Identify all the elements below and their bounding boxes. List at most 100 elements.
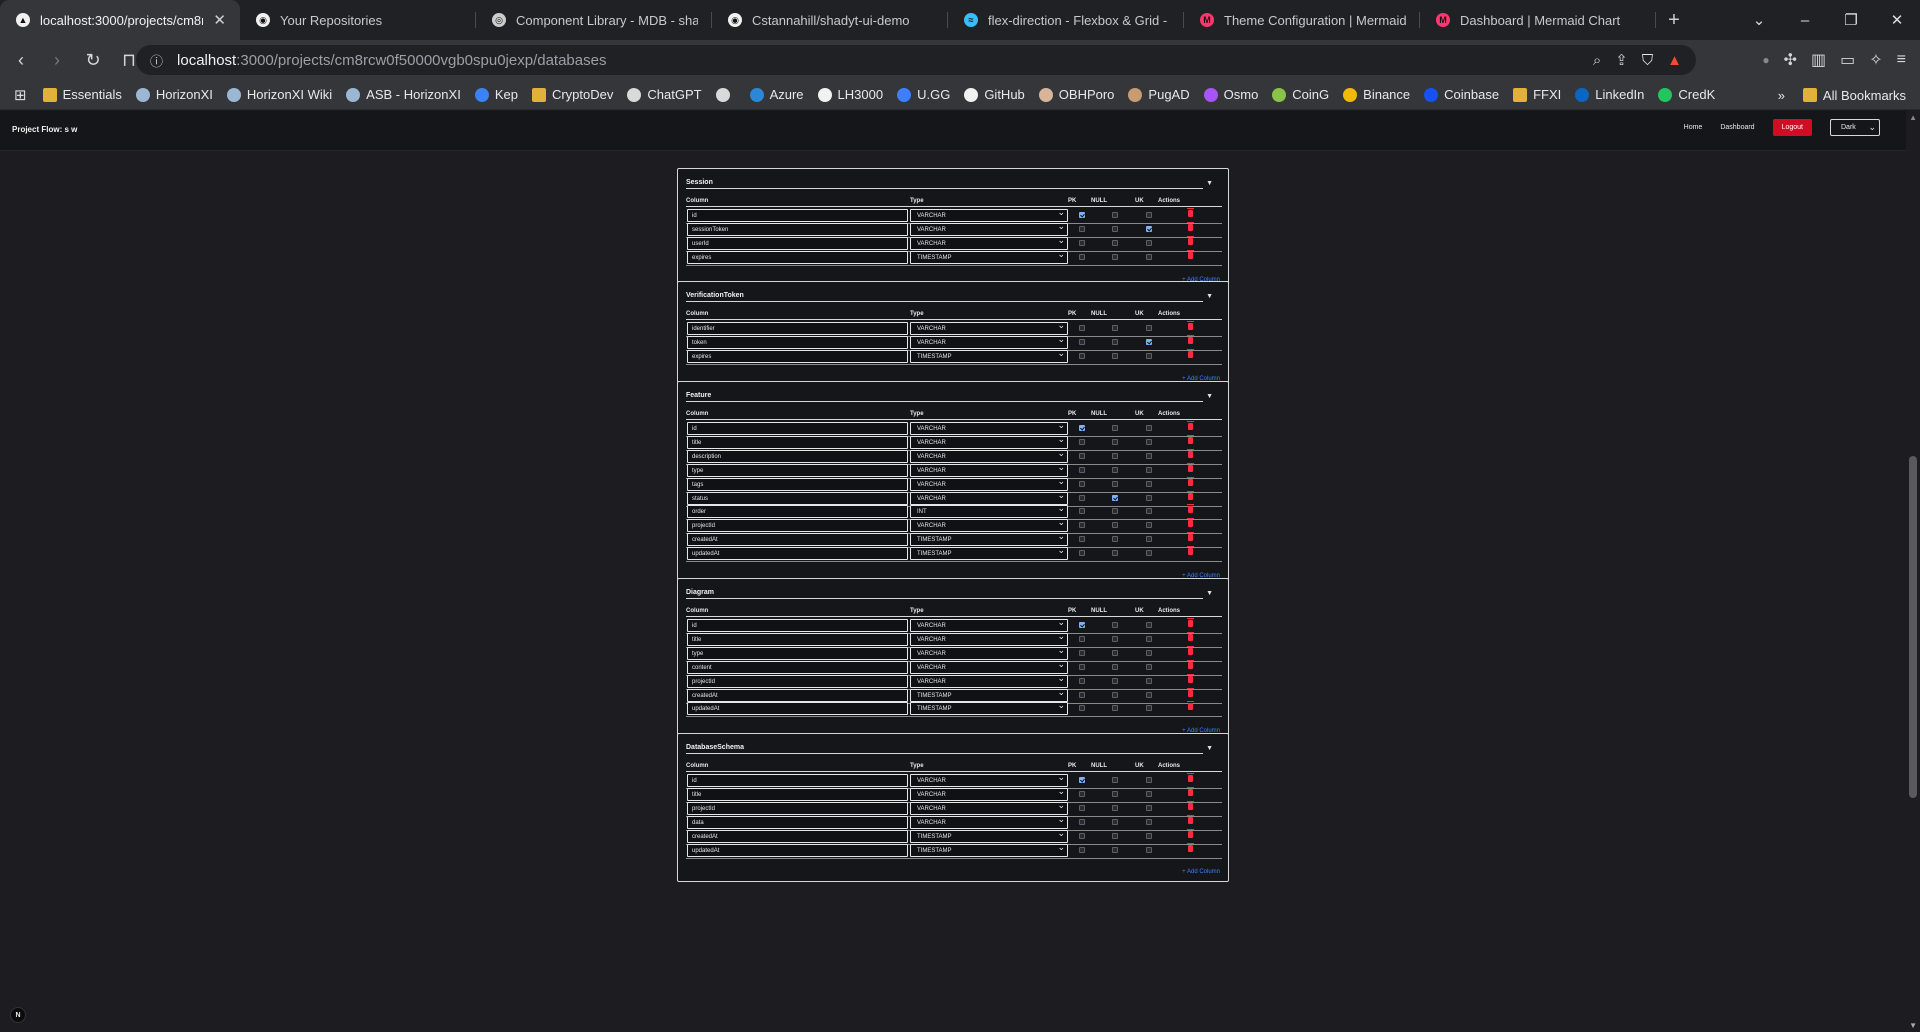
delete-column-icon[interactable] [1187, 842, 1194, 852]
delete-column-icon[interactable] [1187, 321, 1194, 330]
table-name[interactable]: Feature [686, 392, 711, 399]
pk-checkbox[interactable] [1079, 239, 1085, 246]
null-checkbox[interactable] [1112, 777, 1118, 783]
null-checkbox[interactable] [1112, 818, 1118, 825]
uk-checkbox[interactable] [1146, 438, 1152, 445]
uk-checkbox[interactable] [1146, 325, 1152, 331]
more-bookmarks-icon[interactable]: » [1778, 88, 1785, 103]
uk-checkbox[interactable] [1146, 705, 1152, 712]
uk-checkbox[interactable] [1146, 635, 1152, 642]
table-name[interactable]: Diagram [686, 589, 714, 596]
bookmark-item[interactable] [715, 87, 736, 102]
pk-checkbox[interactable] [1079, 790, 1085, 797]
pk-checkbox[interactable] [1079, 352, 1085, 359]
logout-button[interactable]: Logout [1772, 119, 1812, 136]
delete-column-icon[interactable] [1187, 504, 1194, 514]
null-checkbox[interactable] [1112, 338, 1118, 345]
reload-icon[interactable]: ↻ [78, 45, 108, 75]
column-type-select[interactable]: TIMESTAMP ⌄ [910, 349, 1068, 363]
bookmark-item[interactable]: CredK [1658, 87, 1715, 102]
project-brand[interactable]: Project Flow: s w [12, 125, 77, 134]
browser-tab[interactable]: ▲ localhost:3000/projects/cm8rcw ✕ [0, 0, 240, 40]
bookmark-folder[interactable]: FFXI [1513, 87, 1561, 102]
scroll-up-icon[interactable]: ▲ [1909, 113, 1917, 122]
uk-checkbox[interactable] [1146, 338, 1152, 345]
pk-checkbox[interactable] [1079, 691, 1085, 698]
null-checkbox[interactable] [1112, 536, 1118, 543]
pk-checkbox[interactable] [1079, 832, 1085, 839]
null-checkbox[interactable] [1112, 212, 1118, 218]
forward-icon[interactable]: › [42, 45, 72, 75]
nav-home-link[interactable]: Home [1684, 124, 1703, 131]
column-type-select[interactable]: TIMESTAMP ⌄ [910, 843, 1068, 857]
minimize-button[interactable]: – [1782, 0, 1828, 40]
pk-checkbox[interactable] [1079, 663, 1085, 670]
bookmark-item[interactable]: Kep [474, 87, 518, 102]
delete-column-icon[interactable] [1187, 208, 1194, 217]
tab-search-icon[interactable]: ⌄ [1736, 0, 1782, 40]
bookmark-item[interactable]: U.GG [897, 87, 950, 102]
uk-checkbox[interactable] [1146, 466, 1152, 473]
column-name-input[interactable]: updatedAt [687, 547, 908, 561]
null-checkbox[interactable] [1112, 691, 1118, 698]
restore-button[interactable]: ❐ [1828, 0, 1874, 40]
table-name[interactable]: Session [686, 179, 713, 186]
null-checkbox[interactable] [1112, 352, 1118, 359]
pk-checkbox[interactable] [1079, 846, 1085, 853]
uk-checkbox[interactable] [1146, 691, 1152, 698]
delete-column-icon[interactable] [1187, 546, 1194, 556]
close-window-button[interactable]: ✕ [1874, 0, 1920, 40]
null-checkbox[interactable] [1112, 494, 1118, 501]
pk-checkbox[interactable] [1079, 635, 1085, 642]
bookmark-item[interactable]: HorizonXI [135, 87, 213, 102]
uk-checkbox[interactable] [1146, 212, 1152, 218]
delete-column-icon[interactable] [1187, 249, 1194, 259]
bookmark-item[interactable]: ChatGPT [627, 87, 702, 102]
pk-checkbox[interactable] [1079, 550, 1085, 557]
uk-checkbox[interactable] [1146, 832, 1152, 839]
delete-column-icon[interactable] [1187, 618, 1194, 627]
address-bar[interactable]: ⓘ localhost:3000/projects/cm8rcw0f50000v… [136, 45, 1696, 75]
uk-checkbox[interactable] [1146, 508, 1152, 515]
uk-checkbox[interactable] [1146, 550, 1152, 557]
null-checkbox[interactable] [1112, 635, 1118, 642]
pk-checkbox[interactable] [1079, 508, 1085, 515]
delete-column-icon[interactable] [1187, 673, 1194, 683]
collapse-toggle-icon[interactable]: ▼ [1206, 590, 1213, 597]
bookmark-item[interactable]: HorizonXI Wiki [226, 87, 332, 102]
bookmark-item[interactable]: LH3000 [817, 87, 883, 102]
pk-checkbox[interactable] [1079, 622, 1085, 628]
null-checkbox[interactable] [1112, 225, 1118, 232]
apps-grid-icon[interactable]: ⊞ [14, 86, 27, 104]
close-tab-icon[interactable]: ✕ [213, 11, 226, 29]
delete-column-icon[interactable] [1187, 448, 1194, 458]
pk-checkbox[interactable] [1079, 325, 1085, 331]
delete-column-icon[interactable] [1187, 659, 1194, 669]
null-checkbox[interactable] [1112, 663, 1118, 670]
null-checkbox[interactable] [1112, 804, 1118, 811]
null-checkbox[interactable] [1112, 846, 1118, 853]
uk-checkbox[interactable] [1146, 846, 1152, 853]
uk-checkbox[interactable] [1146, 225, 1152, 232]
null-checkbox[interactable] [1112, 253, 1118, 260]
null-checkbox[interactable] [1112, 480, 1118, 487]
browser-tab[interactable]: ◉ Cstannahill/shadyt-ui-demo [712, 0, 948, 40]
null-checkbox[interactable] [1112, 452, 1118, 459]
new-tab-button[interactable]: + [1656, 0, 1692, 40]
pk-checkbox[interactable] [1079, 777, 1085, 783]
delete-column-icon[interactable] [1187, 786, 1194, 796]
browser-tab[interactable]: ◉ Your Repositories [240, 0, 476, 40]
null-checkbox[interactable] [1112, 832, 1118, 839]
uk-checkbox[interactable] [1146, 522, 1152, 529]
bookmark-item[interactable]: Coinbase [1424, 87, 1499, 102]
delete-column-icon[interactable] [1187, 334, 1194, 344]
page-scrollbar[interactable]: ▲ ▼ [1906, 111, 1920, 1032]
column-name-input[interactable]: expires [687, 349, 908, 363]
brave-rewards-icon[interactable]: ▲ [1667, 52, 1682, 69]
delete-column-icon[interactable] [1187, 348, 1194, 358]
uk-checkbox[interactable] [1146, 677, 1152, 684]
delete-column-icon[interactable] [1187, 687, 1194, 697]
nav-dashboard-link[interactable]: Dashboard [1720, 124, 1754, 131]
column-name-input[interactable]: expires [687, 250, 908, 264]
scroll-down-icon[interactable]: ▼ [1909, 1021, 1917, 1030]
